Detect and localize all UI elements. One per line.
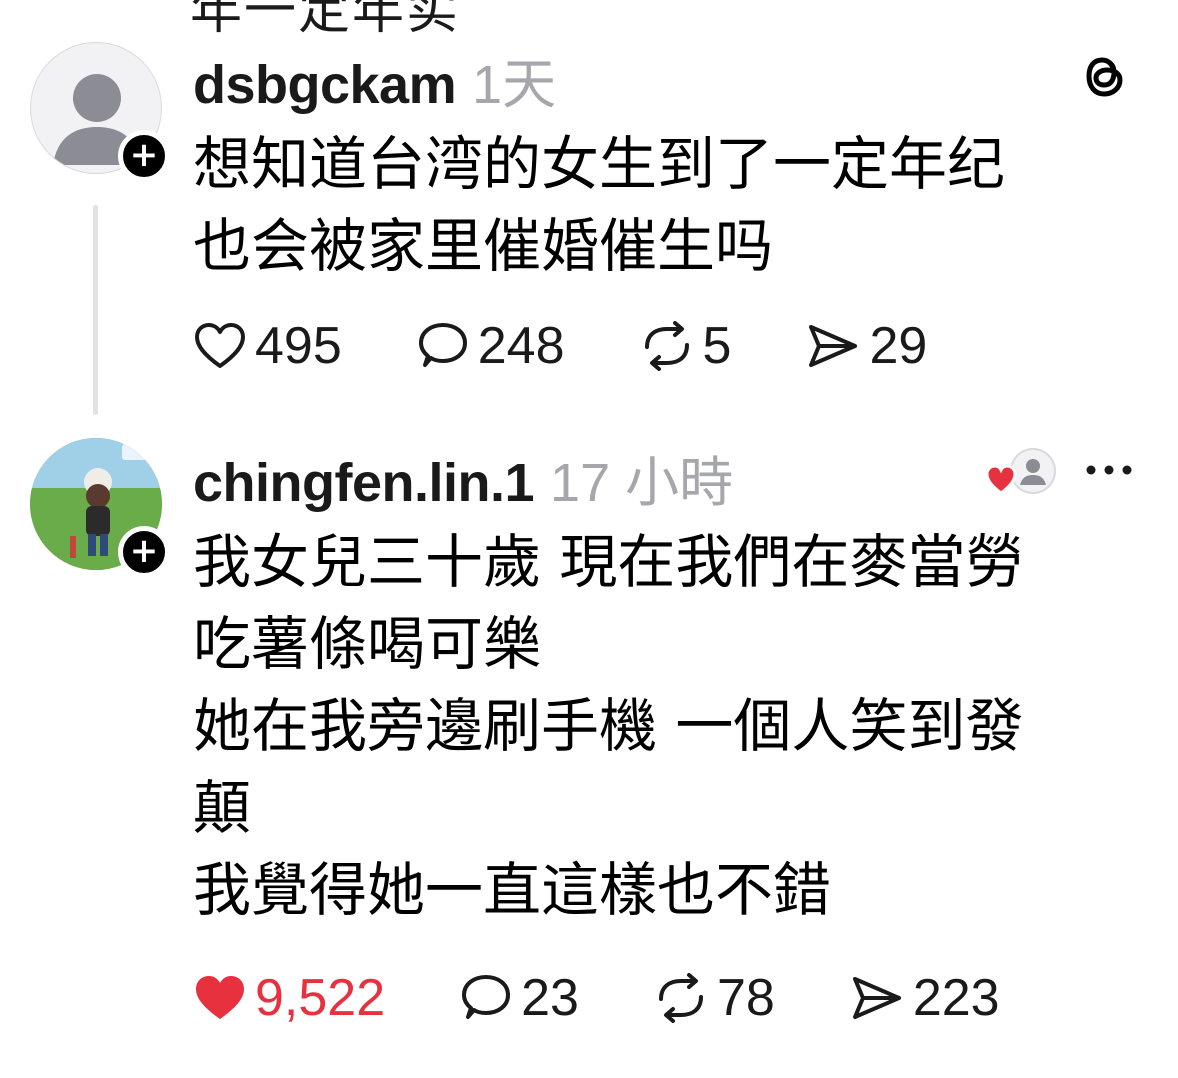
like-button[interactable]: 495 [193,316,342,376]
paper-plane-icon [809,325,858,367]
share-button[interactable]: 29 [805,316,927,376]
thread-connector-line [93,205,98,415]
repost-button[interactable]: 78 [653,968,775,1028]
repost-count: 5 [702,317,732,375]
reply-button[interactable]: 23 [459,968,579,1028]
post-text-line: 她在我旁邊刷手機 一個人笑到發 [193,692,1024,760]
post-2: chingfen.lin.1 17 小時 我女兒三十歲 現在我們在麥當勞 吃薯條… [193,438,1138,931]
repost-count: 78 [716,969,775,1027]
post-text-line: 想知道台湾的女生到了一定年纪 [193,130,1006,198]
post-1: dsbgckam 1天 想知道台湾的女生到了一定年纪 也会被家里催婚催生吗 [193,40,1138,287]
threads-logo-icon[interactable] [1080,50,1128,106]
share-count: 29 [869,317,928,375]
share-count: 223 [912,969,1000,1027]
like-button[interactable]: 9,522 [193,968,385,1028]
heart-icon [195,323,245,368]
speech-bubble-icon [418,323,467,367]
username[interactable]: dsbgckam [193,54,457,116]
timestamp: 1天 [472,55,557,115]
paper-plane-icon [852,977,901,1019]
reply-button[interactable]: 248 [416,316,565,376]
follow-button[interactable]: + [118,130,170,182]
reply-count: 23 [521,969,579,1027]
like-count: 9,522 [255,969,386,1027]
post-text-line: 我女兒三十歲 現在我們在麥當勞 [193,528,1024,596]
reply-count: 248 [477,317,565,375]
timestamp: 17 小時 [550,453,734,513]
follow-button[interactable]: + [118,526,170,578]
post-2-actions: 9,522 23 78 223 [193,968,1074,1028]
heart-icon [196,976,244,1019]
post-text-line: 顛 [193,774,252,842]
liked-by-author-indicator[interactable] [985,447,1059,499]
post-text: 想知道台湾的女生到了一定年纪 也会被家里催婚催生吗 [193,123,1138,287]
share-button[interactable]: 223 [849,968,1000,1028]
previous-post-cutoff-text: 年一定年实 [190,0,461,41]
post-text-line: 我覺得她一直這樣也不錯 [193,856,832,924]
repost-button[interactable]: 5 [639,316,732,376]
post-1-actions: 495 248 5 29 [193,316,1001,376]
username[interactable]: chingfen.lin.1 [193,452,535,514]
post-text-line: 吃薯條喝可樂 [193,610,542,678]
like-count: 495 [255,317,342,375]
post-text: 我女兒三十歲 現在我們在麥當勞 吃薯條喝可樂 她在我旁邊刷手機 一個人笑到發 顛… [193,521,1138,931]
repost-icon [644,321,689,371]
repost-icon [658,973,703,1023]
heart-icon [985,464,1017,495]
post-text-line: 也会被家里催婚催生吗 [193,212,774,280]
speech-bubble-icon [462,975,511,1019]
more-dots-icon[interactable] [1084,458,1134,486]
